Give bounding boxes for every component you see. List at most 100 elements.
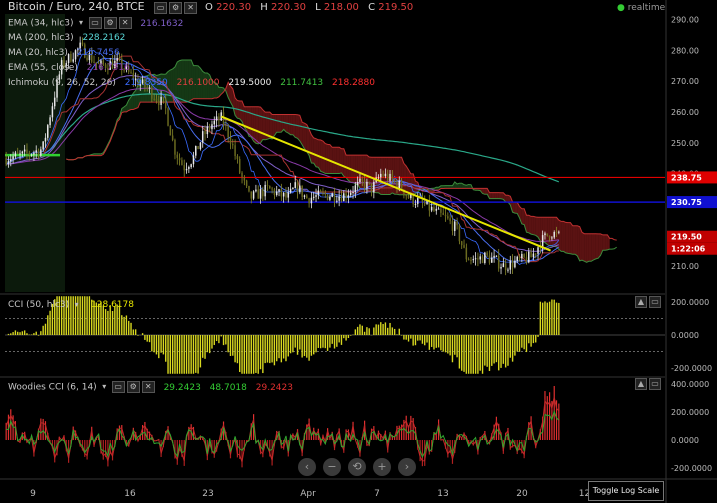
candle-body <box>248 185 250 192</box>
cloud-segment <box>341 148 344 177</box>
cloud-segment <box>544 217 548 245</box>
cci-value: 128.6178 <box>91 300 134 310</box>
candle-body <box>243 177 246 181</box>
ohlc-value-h: 220.30 <box>270 2 306 13</box>
candle-body <box>393 179 396 182</box>
chart-header: Bitcoin / Euro, 240, BTCE ▭ ⚙ ✕ <box>8 0 198 14</box>
candle-body <box>204 131 206 135</box>
candle-body <box>178 157 181 161</box>
scroll-right-button[interactable]: › <box>398 458 416 476</box>
pane-maximize-button[interactable]: ▭ <box>649 378 661 390</box>
candle-body <box>548 235 551 239</box>
ohlc-key-l: L <box>315 2 321 13</box>
scroll-left-button[interactable]: ‹ <box>298 458 316 476</box>
candle-body <box>347 195 350 198</box>
cloud-segment <box>311 134 314 164</box>
candle-body <box>199 142 202 150</box>
cloud-segment <box>514 202 518 214</box>
candle-body <box>201 131 204 143</box>
cloud-segment <box>575 225 578 256</box>
candle-body <box>19 153 21 155</box>
woodies-tick-label: 0.0000 <box>671 436 699 445</box>
candle-body <box>488 255 491 263</box>
pane-up-button[interactable]: ▲ <box>635 296 647 308</box>
cloud-segment <box>602 234 606 251</box>
cloud-segment <box>297 114 300 141</box>
settings-button[interactable]: ⚙ <box>126 381 140 393</box>
indicator-ma200[interactable]: MA (200, hlc3) 228.2162 <box>8 32 125 44</box>
toggle-series-button[interactable]: ▭ <box>88 17 102 29</box>
indicator-value: 216.1632 <box>140 18 184 29</box>
price-tick-label: 250.00 <box>671 139 699 148</box>
settings-button[interactable]: ⚙ <box>169 1 183 14</box>
candle-body <box>521 254 523 259</box>
price-tick-label: 290.00 <box>671 16 699 25</box>
indicator-ichimoku[interactable]: Ichimoku (9, 26, 52, 26) 219.8350 216.10… <box>8 77 375 89</box>
candle-body <box>10 159 12 162</box>
candle-body <box>493 255 495 258</box>
candle-body <box>273 189 276 195</box>
cloud-segment <box>276 114 280 133</box>
pane-up-button[interactable]: ▲ <box>635 378 647 390</box>
price-marker-label: 238.75 <box>671 173 702 182</box>
cloud-segment <box>279 114 282 133</box>
toggle-series-button[interactable]: ▭ <box>154 1 168 14</box>
zoom-out-button[interactable]: − <box>323 458 341 476</box>
candle-body <box>502 263 505 268</box>
candle-body <box>278 189 280 192</box>
cci-legend[interactable]: CCI (50, hlc3) ▾ 128.6178 <box>8 299 134 311</box>
candle-body <box>234 145 236 156</box>
woodies-legend[interactable]: Woodies CCI (6, 14) ▾ ▭ ⚙ ✕ 29.2423 48.7018 … <box>8 381 293 394</box>
candle-body <box>532 253 535 258</box>
candle-body <box>280 189 283 197</box>
reset-view-button[interactable]: ⟲ <box>348 458 366 476</box>
cloud-segment <box>561 221 564 252</box>
candle-body <box>317 190 320 196</box>
chevron-down-icon[interactable]: ▾ <box>99 382 110 392</box>
toggle-series-button[interactable]: ▭ <box>111 381 125 393</box>
close-series-button[interactable]: ✕ <box>118 17 132 29</box>
candle-body <box>49 117 51 126</box>
cloud-segment <box>595 233 599 259</box>
pane-maximize-button[interactable]: ▭ <box>649 296 661 308</box>
candle-body <box>509 260 512 270</box>
candle-body <box>51 106 54 118</box>
candle-body <box>534 253 537 255</box>
toggle-log-scale-button[interactable]: Toggle Log Scale <box>588 481 664 501</box>
indicator-ema55[interactable]: EMA (55, close) 216.7316 <box>8 62 130 74</box>
cloud-segment <box>253 106 256 144</box>
chart-canvas[interactable]: 290.00280.00270.00260.00250.00240.00230.… <box>0 0 717 503</box>
candle-body <box>336 200 338 202</box>
indicator-value: 216.7316 <box>86 63 130 73</box>
settings-button[interactable]: ⚙ <box>103 17 117 29</box>
candle-body <box>289 188 292 193</box>
cloud-segment <box>501 192 504 200</box>
cloud-segment <box>558 220 562 252</box>
chevron-down-icon[interactable]: ▾ <box>76 18 87 28</box>
indicator-ma20[interactable]: MA (20, hlc3) 215.7456 <box>8 47 120 59</box>
close-series-button[interactable]: ✕ <box>141 381 155 393</box>
woodies-tick-label: 200.0000 <box>671 408 709 417</box>
candle-body <box>500 267 502 269</box>
ohlc-value-c: 219.50 <box>378 2 414 13</box>
candle-body <box>40 149 42 156</box>
candle-body <box>23 149 26 152</box>
candle-body <box>174 139 176 155</box>
indicator-ema34[interactable]: EMA (34, hlc3) ▾ ▭ ⚙ ✕ 216.1632 <box>8 17 183 30</box>
cloud-segment <box>491 192 495 199</box>
ichimoku-value-5: 218.2880 <box>332 78 375 88</box>
zoom-in-button[interactable]: + <box>373 458 391 476</box>
candle-body <box>255 189 257 192</box>
candle-body <box>343 193 345 202</box>
close-series-button[interactable]: ✕ <box>184 1 198 14</box>
cloud-segment <box>570 222 573 255</box>
candle-body <box>329 196 331 200</box>
candle-body <box>444 214 447 217</box>
price-tick-label: 210.00 <box>671 262 699 271</box>
candle-body <box>213 120 216 125</box>
candle-body <box>386 173 389 181</box>
candle-body <box>324 192 327 195</box>
candle-body <box>266 184 269 187</box>
chevron-down-icon[interactable]: ▾ <box>71 300 82 310</box>
cloud-segment <box>258 106 261 144</box>
